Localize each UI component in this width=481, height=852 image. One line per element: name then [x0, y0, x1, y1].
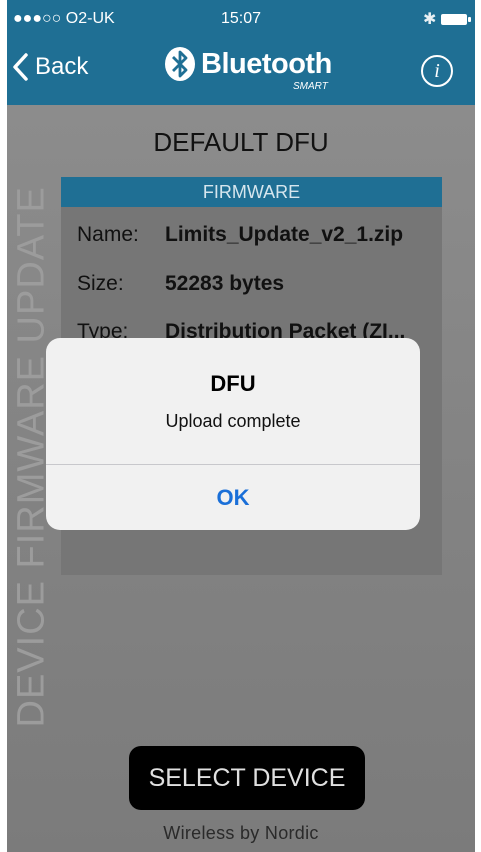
chevron-left-icon [13, 53, 28, 81]
bluetooth-status-icon: ✱ [423, 11, 437, 28]
alert-dialog: DFU Upload complete OK [46, 338, 420, 530]
status-time: 15:07 [220, 10, 262, 27]
firmware-name-row: Name: Limits_Update_v2_1.zip [77, 223, 403, 253]
battery-icon [441, 14, 471, 25]
firmware-size-key: Size: [77, 272, 124, 295]
phone-screen: ●●●○○ O2-UK 15:07 ✱ Back Bluetooth SMART… [7, 0, 475, 852]
alert-message: Upload complete [165, 411, 301, 431]
back-label: Back [35, 53, 89, 80]
firmware-header: FIRMWARE [61, 177, 442, 207]
page-title: DEFAULT DFU [153, 127, 329, 157]
status-bar: ●●●○○ O2-UK 15:07 ✱ [7, 0, 475, 40]
footer-text: Wireless by Nordic [163, 823, 319, 843]
brand-suffix: SMART [293, 81, 328, 92]
brand-name: Bluetooth [201, 47, 332, 80]
select-device-button[interactable]: SELECT DEVICE [129, 746, 365, 810]
firmware-name-key: Name: [77, 223, 139, 246]
alert-title: DFU [210, 371, 256, 396]
firmware-size-value: 52283 bytes [165, 272, 285, 295]
firmware-name-value: Limits_Update_v2_1.zip [165, 223, 404, 246]
bluetooth-smart-logo: Bluetooth SMART [163, 46, 332, 92]
alert-ok-button[interactable]: OK [46, 465, 420, 530]
info-button[interactable]: i [421, 55, 453, 87]
bluetooth-logo-icon [165, 47, 195, 81]
info-icon: i [434, 60, 440, 82]
firmware-size-row: Size: 52283 bytes [77, 272, 284, 302]
top-bar: ●●●○○ O2-UK 15:07 ✱ Back Bluetooth SMART… [7, 0, 475, 105]
back-button[interactable]: Back [11, 52, 88, 82]
